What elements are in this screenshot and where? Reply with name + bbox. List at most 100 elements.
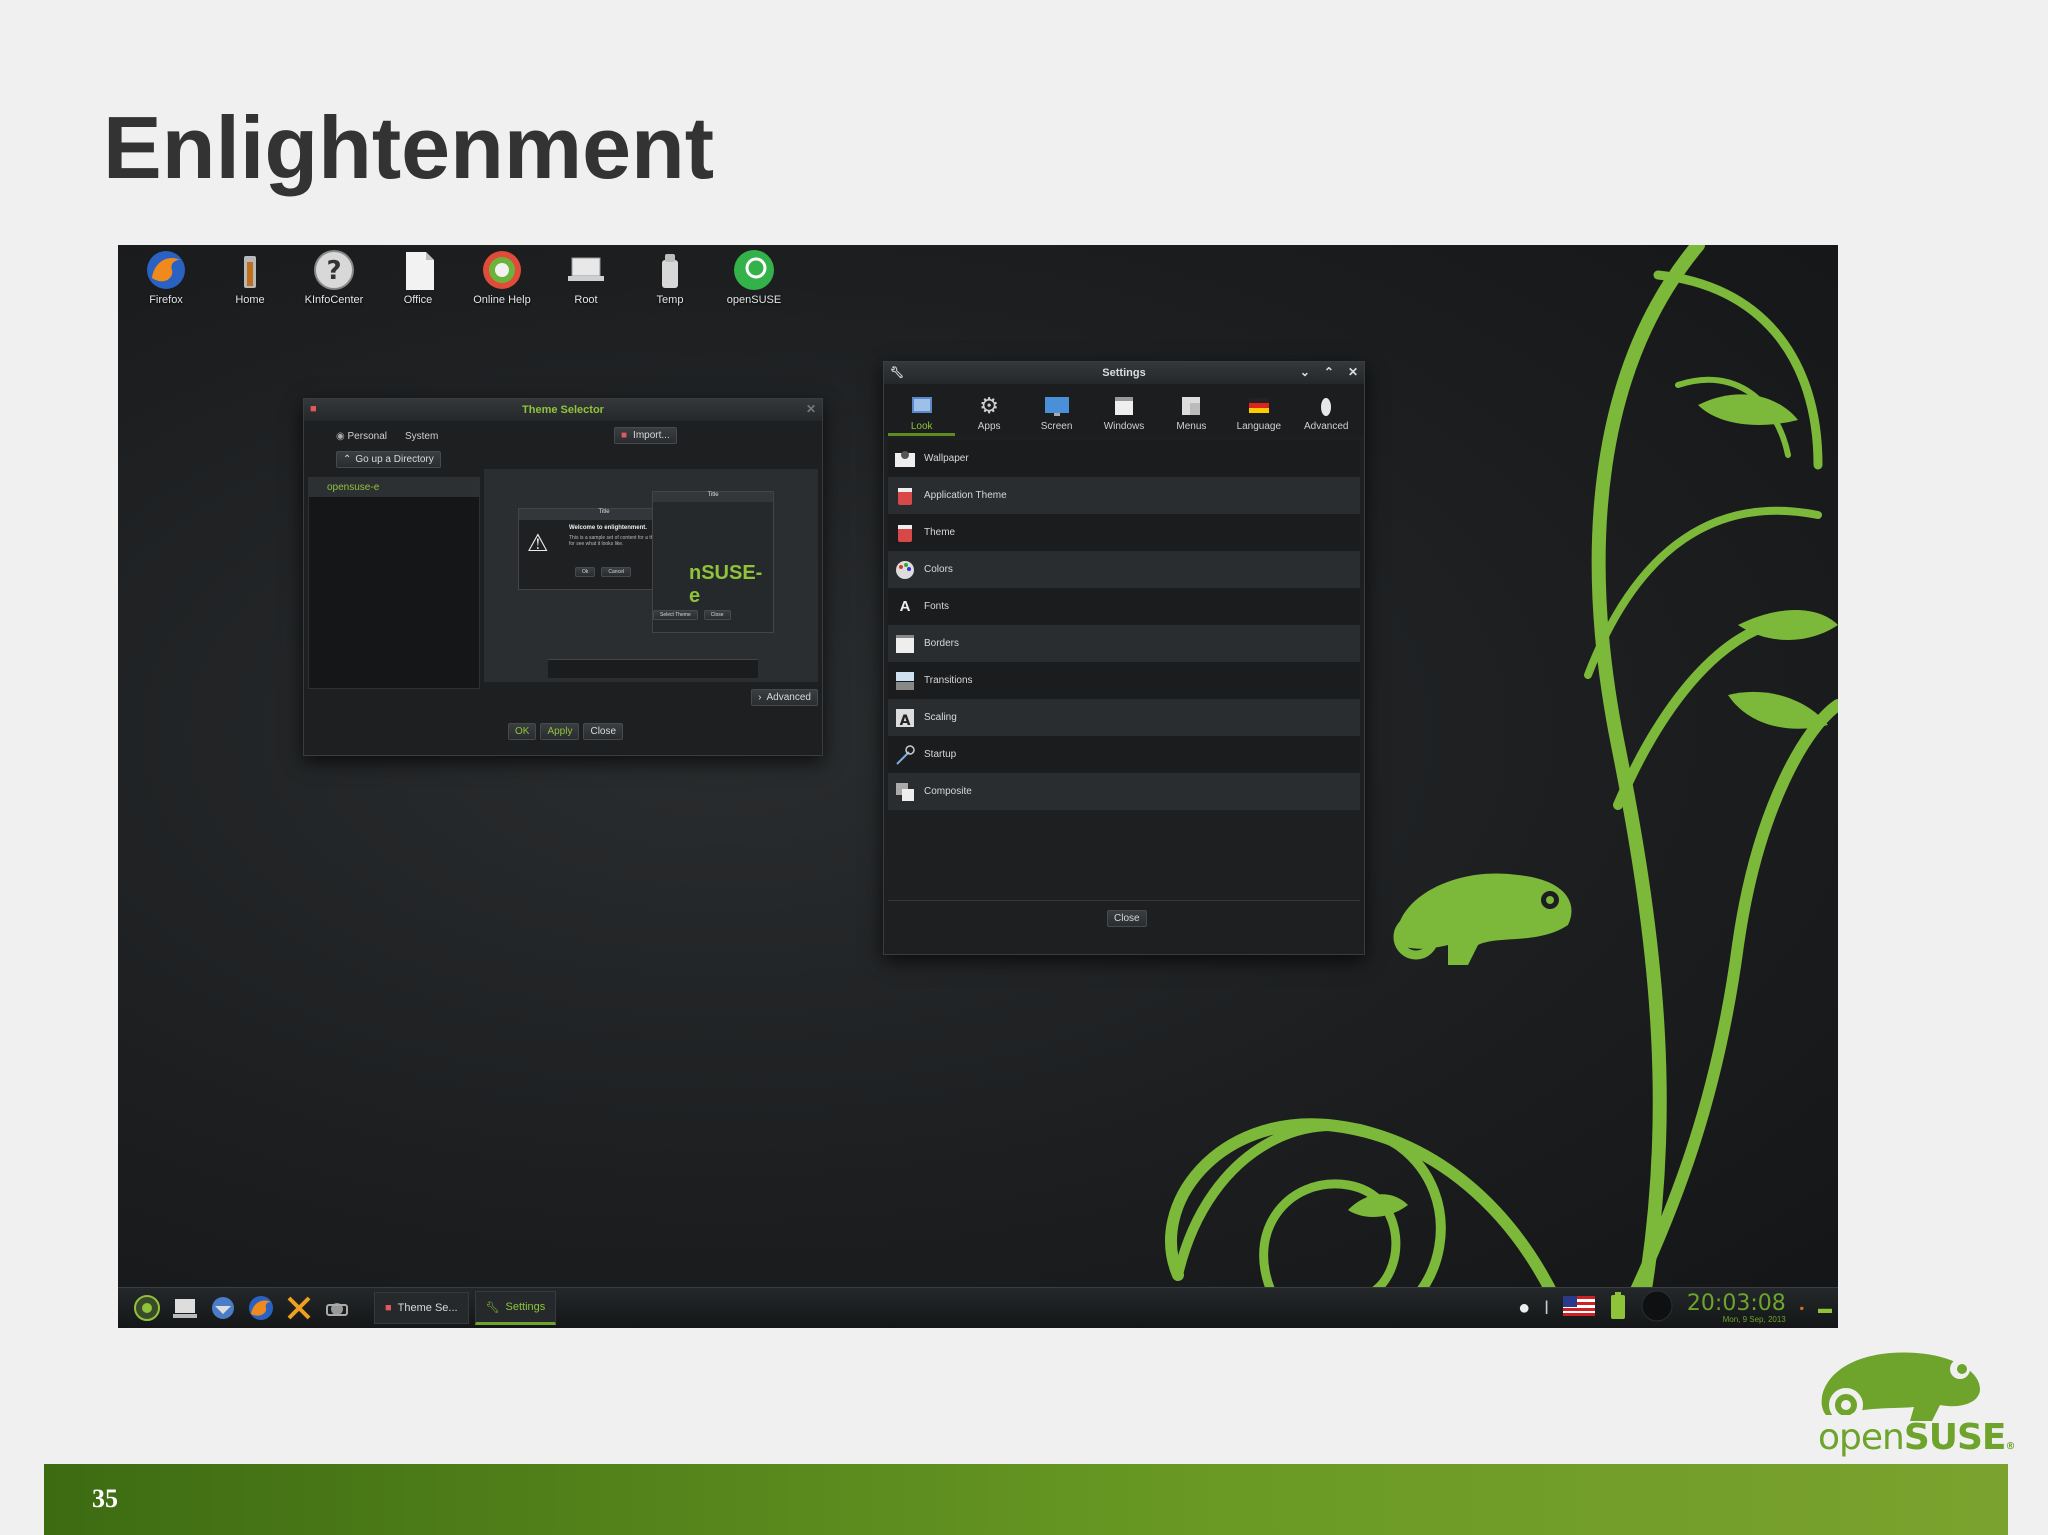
desktop-icon-label: Office bbox=[403, 294, 433, 306]
svg-text:A: A bbox=[900, 713, 911, 729]
tab-advanced[interactable]: Advanced bbox=[1293, 394, 1360, 436]
tab-system[interactable]: System bbox=[405, 431, 438, 442]
close-button[interactable]: Close bbox=[583, 723, 624, 740]
settings-item-transitions[interactable]: Transitions bbox=[888, 662, 1360, 699]
settings-item-label: Borders bbox=[924, 638, 960, 649]
paint-bucket-icon bbox=[894, 485, 916, 507]
mixer-icon[interactable] bbox=[1641, 1290, 1673, 1327]
tab-label: Screen bbox=[1040, 421, 1073, 432]
firefox-icon bbox=[142, 247, 190, 293]
settings-item-label: Theme bbox=[924, 527, 956, 538]
preview-dialog-buttons: Ok Cancel bbox=[575, 567, 631, 577]
task-settings[interactable]: 🔧︎ Settings bbox=[474, 1291, 557, 1325]
tab-label: Windows bbox=[1103, 421, 1145, 432]
tab-menus[interactable]: Menus bbox=[1158, 394, 1225, 436]
laptop-icon bbox=[562, 247, 610, 293]
desktop-icon-kinfocenter[interactable]: ? KInfoCenter bbox=[292, 247, 376, 309]
close-icon[interactable]: ✕ bbox=[1348, 365, 1358, 379]
close-button[interactable]: Close bbox=[1107, 910, 1147, 927]
theme-selector-window: ■ Theme Selector ✕ ◉ Personal System ⌃ G… bbox=[303, 398, 823, 756]
desktop-icon-label: openSUSE bbox=[726, 294, 782, 306]
desktop-icon-label: Temp bbox=[656, 294, 684, 306]
tab-language[interactable]: Language bbox=[1225, 394, 1292, 436]
desktop-icon-office[interactable]: Office bbox=[376, 247, 460, 309]
network-icon[interactable]: ▪ bbox=[1800, 1301, 1804, 1315]
monitor-icon bbox=[1044, 394, 1070, 418]
settings-item-theme[interactable]: Theme bbox=[888, 514, 1360, 551]
chat-icon[interactable] bbox=[284, 1293, 314, 1323]
lightbulb-icon[interactable]: ● bbox=[1518, 1297, 1530, 1320]
flag-icon[interactable] bbox=[1562, 1295, 1595, 1321]
firefox-icon[interactable] bbox=[246, 1293, 276, 1323]
battery-icon[interactable] bbox=[1609, 1291, 1627, 1325]
wordmark-suse: SUSE bbox=[1903, 1417, 2007, 1458]
settings-item-colors[interactable]: Colors bbox=[888, 551, 1360, 588]
preview-cancel: Cancel bbox=[601, 567, 631, 577]
settings-item-scaling[interactable]: A Scaling bbox=[888, 699, 1360, 736]
wrench-icon: 🔧︎ bbox=[485, 1301, 500, 1314]
mail-icon[interactable] bbox=[208, 1293, 238, 1323]
close-icon[interactable]: ✕ bbox=[806, 402, 816, 416]
ok-button[interactable]: OK bbox=[508, 723, 537, 740]
gear-icon: ⚙ bbox=[979, 393, 999, 418]
desktop-icon-opensuse[interactable]: openSUSE bbox=[712, 247, 796, 309]
window-controls: ⌄ ⌃ ✕ bbox=[1300, 365, 1358, 379]
composite-icon bbox=[894, 781, 916, 803]
borders-icon bbox=[894, 633, 916, 655]
scaling-icon: A bbox=[894, 707, 916, 729]
wallpaper-icon bbox=[894, 448, 916, 470]
opensuse-wordmark: openSUSE® bbox=[1818, 1417, 2016, 1458]
import-label: Import... bbox=[633, 430, 670, 441]
list-item[interactable]: opensuse-e bbox=[309, 478, 479, 497]
go-up-directory-button[interactable]: ⌃ Go up a Directory bbox=[336, 451, 441, 468]
tab-look[interactable]: Look bbox=[888, 394, 956, 436]
fonts-icon: A bbox=[899, 598, 911, 615]
desktop-icon-temp[interactable]: Temp bbox=[628, 247, 712, 309]
settings-item-application-theme[interactable]: Application Theme bbox=[888, 477, 1360, 514]
advanced-button[interactable]: › Advanced bbox=[751, 689, 818, 706]
maximize-icon[interactable]: ⌃ bbox=[1324, 365, 1334, 379]
theme-selector-titlebar[interactable]: ■ Theme Selector ✕ bbox=[304, 399, 822, 421]
tab-label: Personal bbox=[347, 431, 387, 442]
desktop-icon-label: Firefox bbox=[149, 294, 183, 306]
thermometer-icon[interactable]: ǀ bbox=[1544, 1298, 1549, 1319]
menu-icon bbox=[1178, 394, 1204, 418]
settings-item-borders[interactable]: Borders bbox=[888, 625, 1360, 662]
clock-time: 20:03:08 bbox=[1686, 1290, 1786, 1316]
settings-titlebar[interactable]: 🔧︎ Settings ⌄ ⌃ ✕ bbox=[884, 362, 1364, 384]
battery-level-icon[interactable]: ▬ bbox=[1818, 1300, 1832, 1316]
settings-item-fonts[interactable]: A Fonts bbox=[888, 588, 1360, 625]
preview-select-theme: Select Theme bbox=[653, 610, 698, 620]
settings-item-label: Wallpaper bbox=[924, 453, 969, 464]
tab-personal[interactable]: ◉ Personal bbox=[336, 431, 387, 442]
theme-list[interactable]: opensuse-e bbox=[308, 477, 480, 689]
import-button[interactable]: ■ Import... bbox=[614, 427, 677, 444]
desktop-screenshot: Firefox Home ? KInfoCenter Office Online… bbox=[118, 245, 1838, 1328]
desktop-icon-firefox[interactable]: Firefox bbox=[124, 247, 208, 309]
look-icon bbox=[909, 394, 935, 418]
task-theme-selector[interactable]: ■ Theme Se... bbox=[374, 1292, 469, 1324]
preview-window-buttons: Select Theme Close bbox=[653, 610, 731, 620]
settings-item-wallpaper[interactable]: Wallpaper bbox=[888, 440, 1360, 477]
advanced-label: Advanced bbox=[766, 692, 811, 703]
start-menu-icon[interactable] bbox=[132, 1293, 162, 1323]
tab-apps[interactable]: ⚙ Apps bbox=[955, 393, 1022, 436]
theme-icon bbox=[894, 522, 916, 544]
desktop-icon-label: Online Help bbox=[473, 294, 531, 306]
tab-screen[interactable]: Screen bbox=[1023, 394, 1090, 436]
chevron-right-icon: › bbox=[758, 692, 762, 703]
computer-icon[interactable] bbox=[170, 1293, 200, 1323]
window-title: Theme Selector bbox=[522, 404, 604, 416]
clock[interactable]: 20:03:08 Mon, 9 Sep, 2013 bbox=[1686, 1290, 1786, 1324]
tab-windows[interactable]: Windows bbox=[1090, 394, 1157, 436]
taskbar-launchers bbox=[132, 1293, 352, 1323]
apply-button[interactable]: Apply bbox=[540, 723, 580, 740]
screenshot-icon[interactable] bbox=[322, 1293, 352, 1323]
desktop-icon-root[interactable]: Root bbox=[544, 247, 628, 309]
desktop-icon-online-help[interactable]: Online Help bbox=[460, 247, 544, 309]
desktop-icon-home[interactable]: Home bbox=[208, 247, 292, 309]
preview-window: Title nSUSE-e Select Theme Close bbox=[652, 491, 774, 633]
settings-item-composite[interactable]: Composite bbox=[888, 773, 1360, 810]
minimize-icon[interactable]: ⌄ bbox=[1300, 365, 1310, 379]
settings-item-startup[interactable]: Startup bbox=[888, 736, 1360, 773]
